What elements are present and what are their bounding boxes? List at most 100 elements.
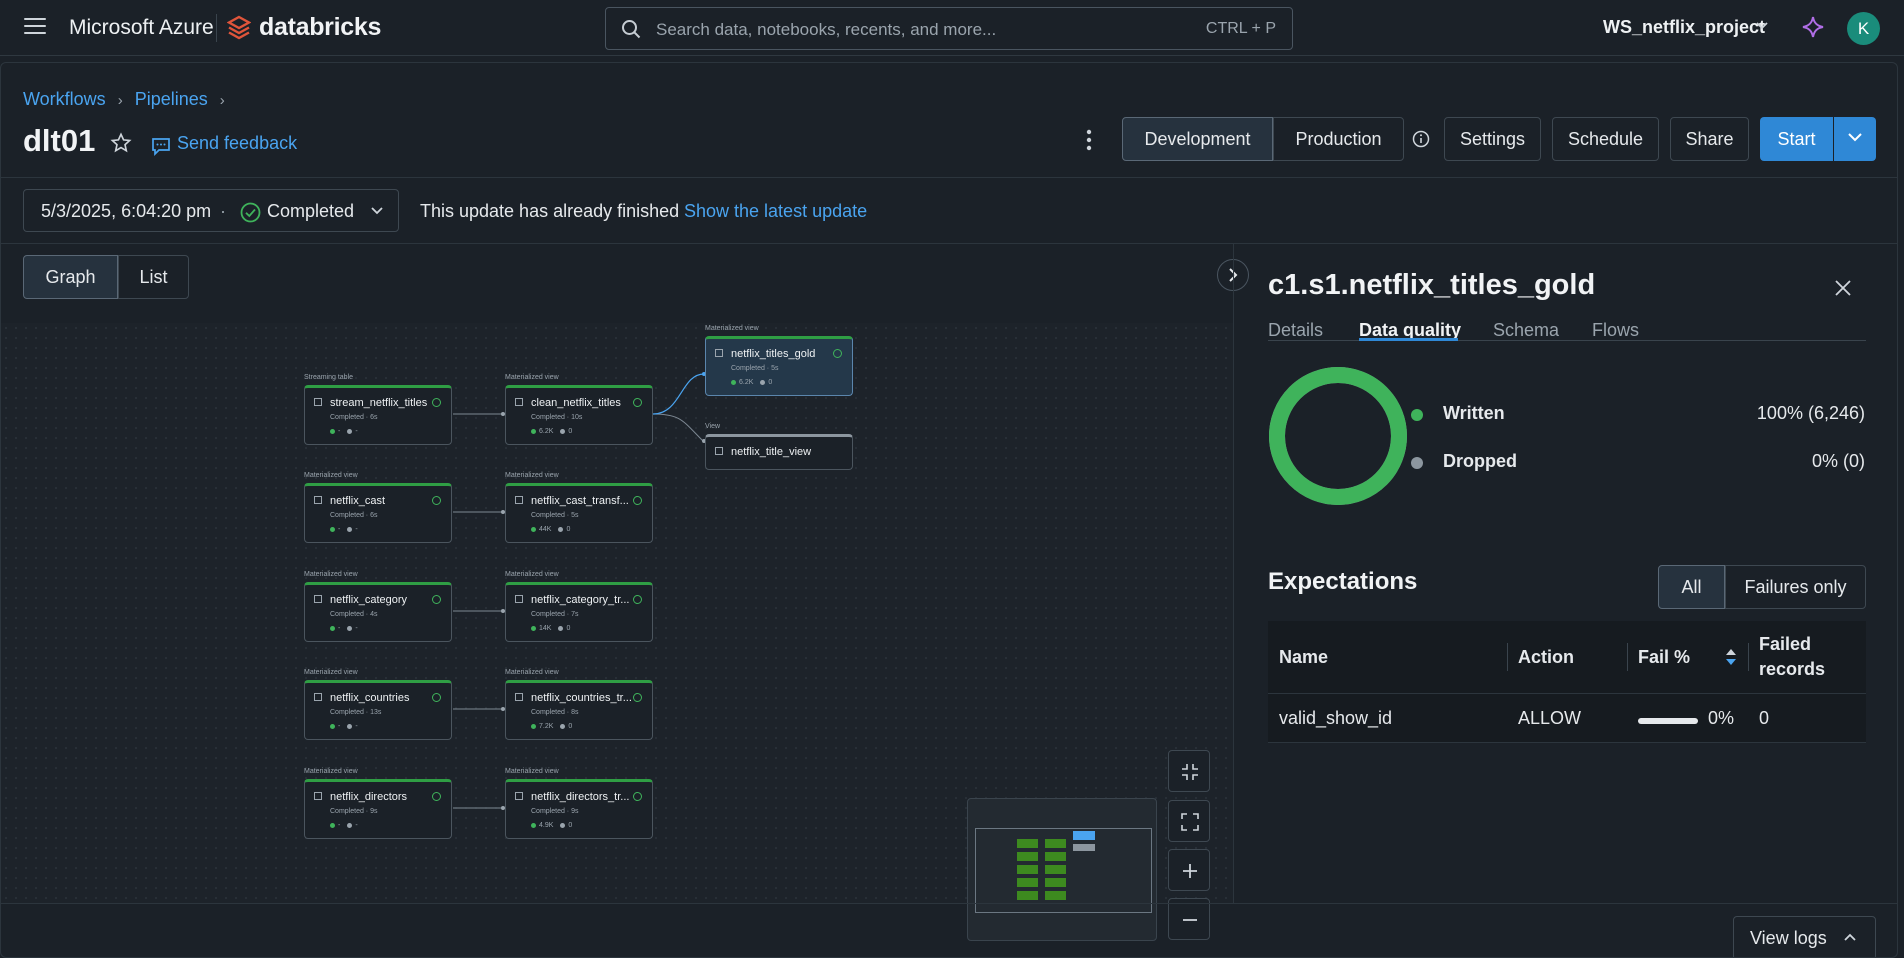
- start-button[interactable]: Start: [1760, 117, 1833, 161]
- graph-node-netflix-directors[interactable]: Materialized view netflix_directors Comp…: [304, 768, 452, 839]
- chevron-up-icon: [1844, 933, 1856, 941]
- node-metrics: 14K 0: [531, 625, 570, 632]
- graph-node-netflix-category-transformed[interactable]: Materialized view netflix_category_tr...…: [505, 571, 653, 642]
- expectation-failed-records: 0: [1759, 708, 1770, 728]
- graph-node-clean-netflix-titles[interactable]: Materialized view clean_netflix_titles C…: [505, 374, 653, 445]
- view-logs-label: View logs: [1750, 928, 1827, 948]
- completed-check-icon: [633, 496, 642, 505]
- user-avatar[interactable]: K: [1847, 12, 1880, 45]
- table-icon: [715, 349, 723, 357]
- node-name: clean_netflix_titles: [531, 397, 621, 409]
- table-icon: [515, 792, 523, 800]
- table-icon: [314, 693, 322, 701]
- tab-schema[interactable]: Schema: [1493, 320, 1559, 341]
- star-icon[interactable]: [110, 132, 132, 154]
- sort-icon[interactable]: [1725, 647, 1737, 667]
- minus-icon: [1183, 919, 1197, 921]
- databricks-logo-icon[interactable]: [227, 15, 251, 41]
- column-fail-percent[interactable]: Fail %: [1638, 647, 1690, 668]
- completed-check-icon: [833, 349, 842, 358]
- brand-databricks[interactable]: databricks: [259, 13, 381, 42]
- development-mode-button[interactable]: Development: [1122, 117, 1273, 161]
- active-tab-indicator: [1359, 338, 1458, 341]
- node-metrics: --: [330, 625, 358, 632]
- graph-node-netflix-title-view[interactable]: View netflix_title_view: [705, 423, 853, 470]
- more-options-icon[interactable]: [1086, 129, 1092, 151]
- node-type: Materialized view: [304, 669, 358, 676]
- graph-node-netflix-directors-transformed[interactable]: Materialized view netflix_directors_tr..…: [505, 768, 653, 839]
- node-name: netflix_cast_transf...: [531, 495, 629, 507]
- column-action[interactable]: Action: [1518, 647, 1574, 668]
- info-icon[interactable]: [1412, 130, 1430, 148]
- feedback-chat-icon[interactable]: [150, 135, 172, 157]
- node-type: Materialized view: [705, 325, 759, 332]
- fit-view-button[interactable]: [1168, 800, 1210, 842]
- menu-icon[interactable]: [24, 18, 46, 36]
- brand-divider: [216, 14, 217, 42]
- minimize-icon: [1182, 764, 1198, 780]
- filter-all-button[interactable]: All: [1658, 565, 1725, 609]
- graph-node-netflix-cast-transformed[interactable]: Materialized view netflix_cast_transf...…: [505, 472, 653, 543]
- show-latest-update-link[interactable]: Show the latest update: [684, 201, 867, 222]
- global-search-input[interactable]: Search data, notebooks, recents, and mor…: [605, 7, 1293, 50]
- filter-failures-only-button[interactable]: Failures only: [1725, 565, 1866, 609]
- dataset-title: c1.s1.netflix_titles_gold: [1268, 269, 1596, 301]
- search-icon: [622, 20, 641, 39]
- graph-node-netflix-countries[interactable]: Materialized view netflix_countries Comp…: [304, 669, 452, 740]
- written-label: Written: [1443, 403, 1505, 423]
- graph-node-netflix-countries-transformed[interactable]: Materialized view netflix_countries_tr..…: [505, 669, 653, 740]
- brand-microsoft-azure[interactable]: Microsoft Azure: [69, 16, 214, 40]
- table-row[interactable]: valid_show_id ALLOW 0% 0: [1268, 693, 1866, 743]
- node-type: Materialized view: [505, 374, 559, 381]
- graph-node-netflix-titles-gold[interactable]: Materialized view netflix_titles_gold Co…: [705, 325, 853, 396]
- breadcrumb-pipelines[interactable]: Pipelines: [135, 89, 208, 109]
- node-metrics: 7.2K 0: [531, 723, 572, 730]
- zoom-in-button[interactable]: [1168, 849, 1210, 891]
- tab-flows[interactable]: Flows: [1592, 320, 1639, 341]
- node-type: Materialized view: [505, 768, 559, 775]
- share-button[interactable]: Share: [1670, 117, 1749, 161]
- node-type: Materialized view: [304, 571, 358, 578]
- zoom-out-button[interactable]: [1168, 898, 1210, 940]
- tab-list[interactable]: List: [118, 255, 189, 299]
- graph-minimap[interactable]: [967, 798, 1157, 941]
- update-finished-message: This update has already finished: [420, 201, 680, 221]
- collapse-graph-button[interactable]: [1168, 750, 1210, 792]
- pipeline-graph-canvas[interactable]: Streaming table stream_netflix_titles Co…: [1, 323, 1233, 941]
- data-quality-donut-chart: [1269, 367, 1407, 505]
- update-selector[interactable]: 5/3/2025, 6:04:20 pm · Completed: [23, 189, 399, 232]
- tab-graph[interactable]: Graph: [23, 255, 118, 299]
- column-failed-records[interactable]: Failed records: [1759, 632, 1859, 682]
- plus-icon: [1183, 864, 1197, 878]
- graph-node-netflix-category[interactable]: Materialized view netflix_category Compl…: [304, 571, 452, 642]
- fail-percent-bar: [1638, 718, 1698, 724]
- graph-node-netflix-cast[interactable]: Materialized view netflix_cast Completed…: [304, 472, 452, 543]
- chevron-down-icon: [371, 207, 383, 215]
- breadcrumb-separator-icon: ›: [117, 92, 123, 109]
- view-logs-button[interactable]: View logs: [1733, 916, 1876, 957]
- column-name[interactable]: Name: [1279, 647, 1328, 668]
- assistant-sparkle-icon[interactable]: [1801, 15, 1825, 39]
- close-icon[interactable]: [1834, 279, 1852, 297]
- chevron-down-icon[interactable]: [1756, 22, 1768, 30]
- breadcrumb-workflows[interactable]: Workflows: [23, 89, 106, 109]
- column-divider: [1507, 643, 1508, 671]
- search-shortcut: CTRL + P: [1205, 20, 1276, 37]
- settings-button[interactable]: Settings: [1444, 117, 1541, 161]
- node-status: Completed · 9s: [531, 808, 579, 815]
- workspace-selector[interactable]: WS_netflix_project: [1603, 17, 1765, 38]
- production-mode-button[interactable]: Production: [1273, 117, 1404, 161]
- node-metrics: --: [330, 428, 358, 435]
- table-icon: [314, 595, 322, 603]
- schedule-button[interactable]: Schedule: [1552, 117, 1659, 161]
- node-name: netflix_title_view: [731, 446, 812, 458]
- node-name: netflix_category: [330, 594, 408, 606]
- graph-node-stream-netflix-titles[interactable]: Streaming table stream_netflix_titles Co…: [304, 374, 452, 445]
- header-divider: [1, 177, 1897, 178]
- start-options-button[interactable]: [1834, 117, 1876, 161]
- dataset-detail-panel: c1.s1.netflix_titles_gold Details Data q…: [1233, 244, 1897, 904]
- tab-details[interactable]: Details: [1268, 320, 1323, 341]
- dropped-value: 0% (0): [1811, 451, 1865, 471]
- search-placeholder: Search data, notebooks, recents, and mor…: [656, 20, 997, 39]
- send-feedback-link[interactable]: Send feedback: [177, 133, 297, 154]
